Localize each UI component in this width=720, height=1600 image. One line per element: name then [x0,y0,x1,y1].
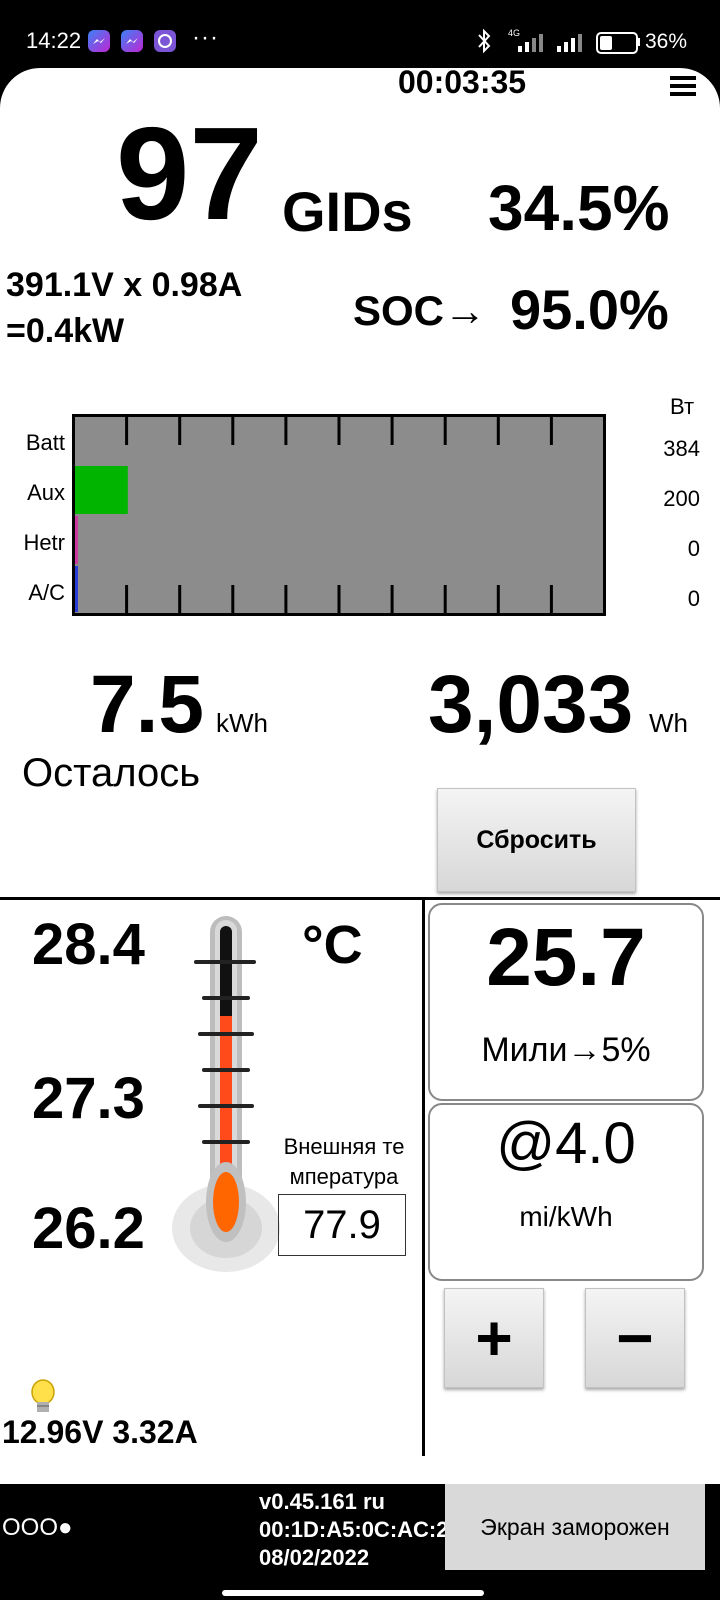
row-label-ac: A/C [28,580,65,605]
efficiency-unit: mi/kWh [519,1201,613,1232]
range-panel: 25.7 Мили→5% [428,903,704,1101]
messenger-icon [121,30,143,52]
row-value-aux: 200 [663,486,700,511]
hv-voltage-current: 391.1V x 0.98A [6,266,243,304]
row-value-ac: 0 [687,586,700,611]
range-label-line: Мили→5% [430,1033,702,1067]
temp-unit: °C [302,915,363,975]
gids-value: 97 [116,100,263,247]
connection-dots: OOO● [2,1514,73,1541]
viber-icon [154,30,176,52]
row-label-hetr: Hetr [23,530,65,555]
efficiency-value: @4.0 [496,1111,636,1176]
gids-percent: 34.5% [488,172,670,244]
heater-power-bar [75,516,78,564]
gids-unit: GIDs [282,180,413,243]
battery-tip [637,38,640,46]
trip-timer: 00:03:35 [398,64,527,100]
hv-power: =0.4kW [6,312,125,350]
messenger-icon [88,30,110,52]
range-percent: 5% [601,1031,651,1069]
signal-icon [555,32,589,57]
efficiency-panel[interactable]: @4.0 mi/kWh [428,1103,704,1281]
footer-bar: OOO● v0.45.161 ru 00:1D:A5:0C:AC:2 08/02… [0,1484,720,1600]
screen-frozen-button[interactable]: Экран заморожен [445,1484,705,1570]
temp-low: 26.2 [32,1196,145,1261]
battery-percent: 36% [645,30,688,53]
power-bar-graph [72,414,606,616]
temp-high: 28.4 [32,912,145,977]
soc-value: 95.0% [510,278,669,341]
power-graph-background [72,414,606,616]
lightbulb-icon [31,1379,55,1412]
row-label-aux: Aux [27,480,65,505]
status-time: 14:22 [26,28,82,53]
aux-power-bar [75,466,128,514]
battery-icon [596,32,638,54]
column-divider [422,900,425,1456]
status-bar: 14:22 ··· 4G 36% [0,0,720,68]
range-value: 25.7 [486,912,646,1003]
outside-temp-label-line2: мпература [289,1164,399,1189]
plus-button[interactable]: + [444,1288,544,1388]
row-value-batt: 384 [663,436,700,461]
menu-icon[interactable] [670,76,696,96]
energy-used-unit: Wh [649,708,688,738]
energy-used-value: 3,033 [428,659,634,750]
energy-remaining-unit: kWh [216,708,268,738]
row-value-hetr: 0 [687,536,700,561]
power-unit: Вт [670,394,695,419]
energy-remaining-value: 7.5 [90,659,204,750]
app-screen: 00:03:35 97 GIDs 34.5% 391.1V x 0.98A =0… [0,64,720,1484]
section-divider [0,897,720,900]
temp-mid: 27.3 [32,1066,145,1131]
ac-power-bar [75,566,78,612]
bluetooth-icon [476,28,492,59]
row-label-batt: Batt [25,430,65,455]
aux-battery-readout: 12.96V 3.32A [2,1414,198,1450]
outside-temp-value: 77.9 [278,1194,406,1256]
reset-button[interactable]: Сбросить [437,788,636,892]
range-label: Мили→ [481,1031,602,1069]
outside-temp-label-line1: Внешняя те [283,1134,405,1159]
energy-remaining-label: Осталось [22,751,201,795]
footer-date: 08/02/2022 [259,1545,370,1570]
more-notifications: ··· [192,24,219,51]
device-mac: 00:1D:A5:0C:AC:2 [259,1517,449,1542]
app-version: v0.45.161 ru [259,1489,385,1514]
signal-icon [516,32,550,57]
soc-label: SOC→ [353,287,487,334]
minus-button[interactable]: − [585,1288,685,1388]
home-indicator[interactable] [222,1590,484,1596]
